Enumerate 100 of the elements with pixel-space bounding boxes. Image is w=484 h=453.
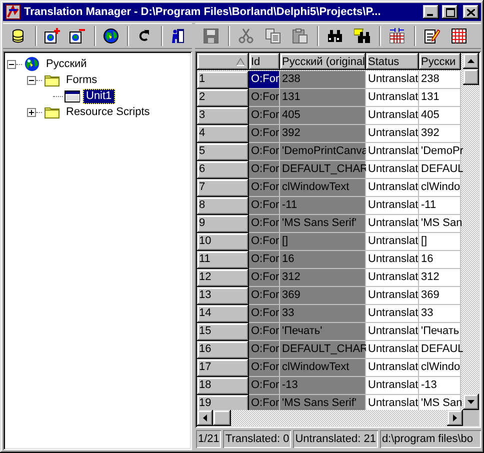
row-header[interactable]: 16 [197,341,249,359]
expand-toggle[interactable] [7,60,16,68]
table-cell: clWindowText [280,179,366,197]
row-header[interactable]: 5 [197,143,249,161]
table-cell: Untranslat [366,377,419,395]
table-cell: clWindo [419,179,461,197]
table-cell: 312 [419,269,461,287]
scroll-up-button[interactable] [463,53,479,69]
table-cell: Untranslat [366,323,419,341]
table-cell: 16 [280,251,366,269]
globe-plus-icon [44,28,60,44]
row-header[interactable]: 9 [197,215,249,233]
scroll-left-button[interactable] [197,410,213,426]
table-cell: 405 [280,107,366,125]
table-cell: DEFAULT_CHAR [280,161,366,179]
row-header[interactable]: 13 [197,287,249,305]
row-header[interactable]: 11 [197,251,249,269]
row-header[interactable]: 12 [197,269,249,287]
row-header[interactable]: 14 [197,305,249,323]
table-cell: O:For [249,233,280,251]
row-header[interactable]: 1 [197,71,249,89]
find-replace-icon [354,28,370,44]
scrollbar-thumb[interactable] [463,69,479,85]
scrollbar-thumb[interactable] [213,410,231,426]
row-header[interactable]: 4 [197,125,249,143]
expand-toggle[interactable] [27,108,36,116]
row-header[interactable]: 19 [197,395,249,410]
row-header[interactable]: 15 [197,323,249,341]
table-cell: O:For [249,161,280,179]
table-cell: 'MS San [419,215,461,233]
table-cell: O:For [249,125,280,143]
table-grid-icon [451,28,467,44]
table-cell: -11 [419,197,461,215]
table-cell: Untranslat [366,269,419,287]
globe-icon [24,56,40,72]
row-header[interactable]: 2 [197,89,249,107]
table-cell: Untranslat [366,71,419,89]
table-cell: 405 [419,107,461,125]
table-cell: O:For [249,305,280,323]
row-header[interactable]: 18 [197,377,249,395]
table-cell: O:For [249,251,280,269]
grid-columns-icon [389,28,405,44]
table-cell: clWindowText [280,359,366,377]
column-header[interactable]: Русски [419,53,461,70]
close-button[interactable] [463,5,479,19]
row-header[interactable]: 17 [197,359,249,377]
table-cell: O:For [249,143,280,161]
row-header[interactable]: 3 [197,107,249,125]
table-cell: O:For [249,395,280,410]
table-cell: -11 [280,197,366,215]
column-header[interactable] [197,53,249,70]
sort-triangle-icon [236,58,245,66]
table-cell: [] [280,233,366,251]
scroll-right-button[interactable] [447,410,463,426]
table-cell: 'DemoPrintCanva [280,143,366,161]
table-cell: Untranslat [366,161,419,179]
notepad-pencil-icon [424,28,440,44]
table-cell: Untranslat [366,287,419,305]
tree-item[interactable]: Resource Scripts [63,104,153,120]
table-cell: Untranslat [366,395,419,410]
table-cell: O:For [249,179,280,197]
expand-toggle[interactable] [27,76,36,84]
row-header[interactable]: 7 [197,179,249,197]
tree-item[interactable]: Forms [63,72,100,88]
table-cell: DEFAULT_CHAR [280,341,366,359]
row-header[interactable]: 6 [197,161,249,179]
row-header[interactable]: 10 [197,233,249,251]
table-cell: 33 [280,305,366,323]
maximize-icon [446,8,454,16]
minimize-button[interactable] [423,5,439,19]
status-panel: Translated: 0 [223,430,292,448]
app-icon [5,4,21,20]
table-cell: Untranslat [366,143,419,161]
table-cell: O:For [249,341,280,359]
table-cell: O:For [249,377,280,395]
tree-item[interactable]: Русский [43,56,90,72]
globe-icon [102,28,119,44]
maximize-button[interactable] [442,5,458,19]
scroll-down-button[interactable] [463,394,479,410]
table-cell: Untranslat [366,107,419,125]
scissors-icon [238,28,254,44]
column-header[interactable]: Id [249,53,280,70]
table-cell: O:For [249,215,280,233]
table-cell: O:For [249,269,280,287]
table-cell: Untranslat [366,197,419,215]
table-cell: 238 [280,71,366,89]
column-header[interactable]: Status [366,53,419,70]
row-header[interactable]: 8 [197,197,249,215]
arrow-icon [467,57,475,65]
table-cell: Untranslat [366,305,419,323]
table-cell: 33 [419,305,461,323]
table-cell: O:For [249,71,280,89]
table-cell: 16 [419,251,461,269]
column-header[interactable]: Русский (original [280,53,366,70]
table-cell: 'DemoPr [419,143,461,161]
form-window-icon [64,88,80,104]
table-cell: -13 [419,377,461,395]
tree-item[interactable]: Unit1 [83,88,115,104]
table-cell: 312 [280,269,366,287]
status-panel: d:\program files\bo [380,430,481,448]
